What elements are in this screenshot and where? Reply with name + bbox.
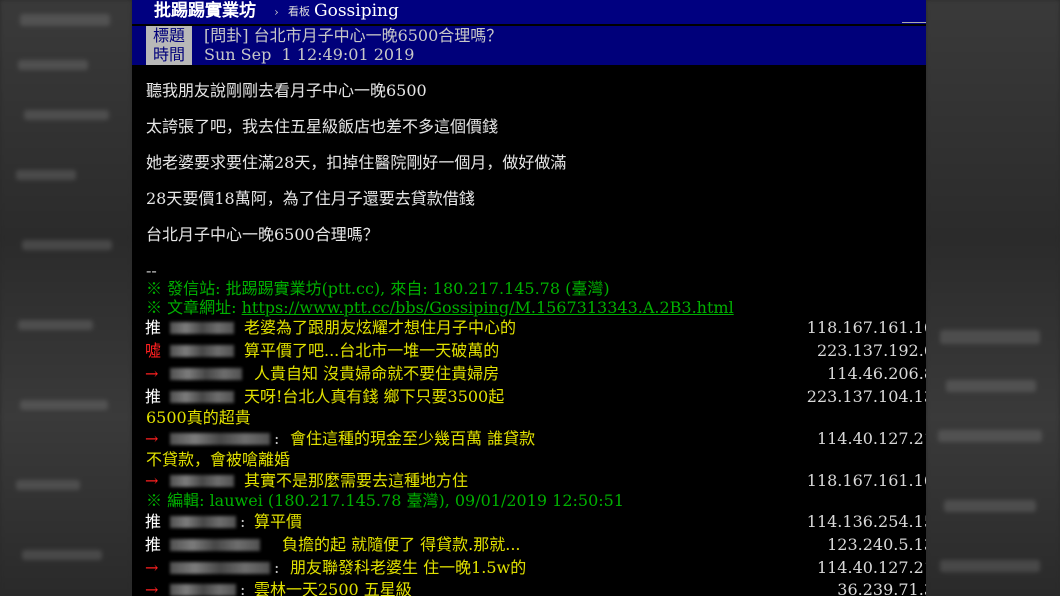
blurred-user-id bbox=[170, 322, 234, 334]
push-tag: 推 bbox=[145, 512, 162, 531]
article-time: Sun Sep 1 12:49:01 2019 bbox=[204, 45, 415, 64]
time-label: 時間 bbox=[146, 45, 192, 65]
push-ip: 118.167.161.16 bbox=[806, 318, 926, 337]
board-topbar: 批踢踢實業坊 › 看板 Gossiping bbox=[132, 0, 926, 24]
push-content: 天呀!台北人真有錢 鄉下只要3500起 bbox=[244, 387, 505, 406]
blurred-user-id bbox=[170, 433, 270, 445]
push-row: 推 : 算平價 114.136.254.15 bbox=[132, 511, 926, 532]
blurred-user-id bbox=[170, 345, 234, 357]
push-row: 推 天呀!台北人真有錢 鄉下只要3500起 223.137.104.13 bbox=[132, 386, 926, 407]
push-ip: 114.136.254.15 bbox=[806, 512, 926, 531]
content-line: 她老婆要求要住滿28天，扣掉住醫院剛好一個月，做好做滿 bbox=[146, 153, 567, 172]
push-colon: : bbox=[274, 429, 280, 448]
push-content: 算平價了吧...台北市一堆一天破萬的 bbox=[244, 341, 500, 360]
article-title-row: 標題 [問卦] 台北市月子中心一晚6500合理嗎？ bbox=[132, 26, 926, 46]
push-tag: → bbox=[145, 364, 159, 383]
push-ip: 36.239.71.3 bbox=[837, 580, 926, 596]
blurred-user-id bbox=[170, 475, 234, 487]
push-row: → : 會住這種的現金至少幾百萬 誰貸款 114.40.127.21 bbox=[132, 428, 926, 449]
push-ip: 118.167.161.16 bbox=[806, 471, 926, 490]
content-line: 聽我朋友說剛剛去看月子中心一晚6500 bbox=[146, 81, 427, 100]
push-row: 噓 算平價了吧...台北市一堆一天破萬的 223.137.192.6 bbox=[132, 340, 926, 361]
blurred-right-panel bbox=[926, 0, 1060, 596]
blurred-user-id bbox=[170, 539, 260, 551]
site-logo-link[interactable]: 批踢踢實業坊 bbox=[154, 0, 256, 22]
push-colon: : bbox=[240, 580, 246, 596]
push-ip: 114.40.127.21 bbox=[816, 558, 926, 577]
blurred-user-id bbox=[170, 368, 242, 380]
push-content: 人貴自知 沒貴婦命就不要住貴婦房 bbox=[254, 364, 500, 383]
push-wrap-line: 不貸款，會被嗆離婚 bbox=[146, 450, 291, 469]
push-content: 朋友聯發科老婆生 住一晚1.5w的 bbox=[290, 558, 527, 577]
push-content: 其實不是那麼需要去這種地方住 bbox=[244, 471, 469, 490]
article-url-link[interactable]: https://www.ptt.cc/bbs/Gossiping/M.15673… bbox=[242, 298, 734, 317]
content-line: 台北月子中心一晚6500合理嗎？ bbox=[146, 225, 379, 244]
push-row: → 人貴自知 沒貴婦命就不要住貴婦房 114.46.206.8 bbox=[132, 363, 926, 384]
article-time-row: 時間 Sun Sep 1 12:49:01 2019 bbox=[132, 45, 926, 65]
push-wrap-line: 6500真的超貴 bbox=[146, 408, 251, 427]
content-line: 28天要價18萬阿，為了住月子還要去貸款借錢 bbox=[146, 189, 475, 208]
blurred-left-panel bbox=[0, 0, 132, 596]
title-label: 標題 bbox=[146, 26, 192, 46]
url-prefix: ※ 文章網址: bbox=[146, 298, 242, 317]
post-source-line: ※ 發信站: 批踢踢實業坊(ptt.cc), 來自: 180.217.145.7… bbox=[146, 279, 610, 298]
push-content: 老婆為了跟朋友炫耀才想住月子中心的 bbox=[244, 318, 517, 337]
topbar-divider bbox=[902, 22, 926, 23]
push-content: 算平價 bbox=[254, 512, 303, 531]
ptt-article-view: 批踢踢實業坊 › 看板 Gossiping 標題 [問卦] 台北市月子中心一晚6… bbox=[132, 0, 926, 596]
push-content: 會住這種的現金至少幾百萬 誰貸款 bbox=[290, 429, 536, 448]
push-row: → : 朋友聯發科老婆生 住一晚1.5w的 114.40.127.21 bbox=[132, 557, 926, 578]
push-tag: 推 bbox=[145, 318, 162, 337]
board-name-link[interactable]: Gossiping bbox=[314, 0, 399, 22]
push-row: 推 老婆為了跟朋友炫耀才想住月子中心的 118.167.161.16 bbox=[132, 317, 926, 338]
content-line: 太誇張了吧，我去住五星級飯店也差不多這個價錢 bbox=[146, 117, 499, 136]
board-tag-label: 看板 bbox=[288, 5, 310, 18]
push-ip: 114.40.127.21 bbox=[816, 429, 926, 448]
push-ip: 114.46.206.8 bbox=[827, 364, 926, 383]
push-tag: → bbox=[145, 471, 159, 490]
push-ip: 223.137.104.13 bbox=[806, 387, 926, 406]
push-colon: : bbox=[274, 558, 280, 577]
push-content: 負擔的起 就隨便了 得貸款.那就... bbox=[282, 535, 521, 554]
push-ip: 223.137.192.6 bbox=[816, 341, 926, 360]
signature-separator: -- bbox=[146, 261, 157, 280]
push-tag: 噓 bbox=[145, 341, 162, 360]
article-url-line: ※ 文章網址: https://www.ptt.cc/bbs/Gossiping… bbox=[146, 298, 734, 318]
push-content: 雲林一天2500 五星級 bbox=[254, 580, 412, 596]
push-tag: 推 bbox=[145, 387, 162, 406]
push-ip: 123.240.5.13 bbox=[827, 535, 926, 554]
blurred-user-id bbox=[170, 391, 234, 403]
push-row: → : 雲林一天2500 五星級 36.239.71.3 bbox=[132, 579, 926, 596]
push-tag: → bbox=[145, 429, 159, 448]
push-colon: : bbox=[240, 512, 246, 531]
breadcrumb-separator-icon: › bbox=[274, 5, 279, 19]
blurred-user-id bbox=[170, 516, 236, 528]
blurred-user-id bbox=[170, 562, 270, 574]
push-row: → 其實不是那麼需要去這種地方住 118.167.161.16 bbox=[132, 470, 926, 491]
edit-line: ※ 編輯: lauwei (180.217.145.78 臺灣), 09/01/… bbox=[146, 491, 625, 510]
blurred-user-id bbox=[170, 584, 236, 596]
push-tag: → bbox=[145, 580, 159, 596]
push-row: 推 負擔的起 就隨便了 得貸款.那就... 123.240.5.13 bbox=[132, 534, 926, 555]
article-title: [問卦] 台北市月子中心一晚6500合理嗎？ bbox=[204, 26, 503, 45]
push-tag: 推 bbox=[145, 535, 162, 554]
push-tag: → bbox=[145, 558, 159, 577]
